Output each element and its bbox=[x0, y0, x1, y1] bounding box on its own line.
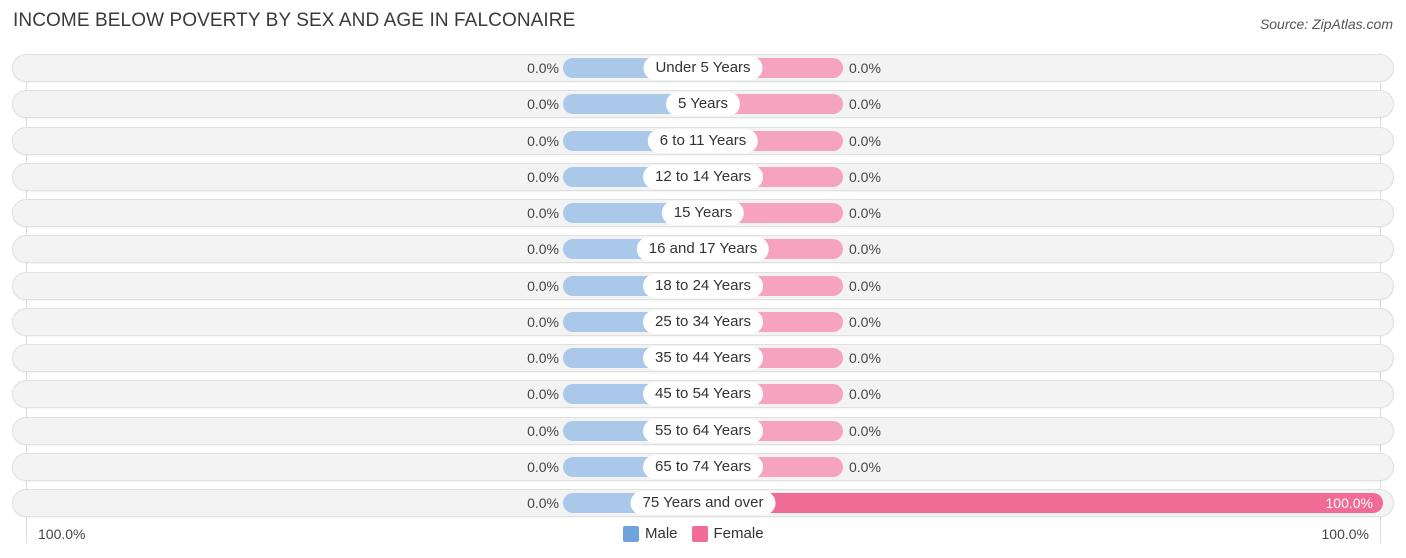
value-label-female: 0.0% bbox=[849, 96, 881, 113]
value-label-female: 0.0% bbox=[849, 132, 881, 149]
legend: Male Female bbox=[623, 525, 778, 542]
category-label: 18 to 24 Years bbox=[643, 273, 763, 298]
value-label-female: 0.0% bbox=[849, 386, 881, 403]
value-label-female: 100.0% bbox=[1325, 495, 1373, 511]
value-label-female: 0.0% bbox=[849, 241, 881, 258]
value-label-male: 0.0% bbox=[527, 168, 559, 185]
value-label-male: 0.0% bbox=[527, 313, 559, 330]
category-label: 16 and 17 Years bbox=[636, 237, 770, 262]
value-label-male: 0.0% bbox=[527, 205, 559, 221]
category-label: 55 to 64 Years bbox=[643, 418, 763, 443]
value-label-male: 0.0% bbox=[527, 132, 559, 149]
value-label-male: 0.0% bbox=[527, 241, 559, 258]
value-label-female: 0.0% bbox=[849, 422, 881, 439]
legend-swatch-female bbox=[691, 525, 708, 542]
value-label-male: 0.0% bbox=[527, 495, 559, 511]
value-label-female: 0.0% bbox=[849, 277, 881, 294]
legend-label-male: Male bbox=[645, 525, 678, 542]
axis-left-label: 100.0% bbox=[38, 526, 86, 542]
value-label-male: 0.0% bbox=[527, 96, 559, 113]
legend-label-female: Female bbox=[713, 525, 764, 542]
category-label: 75 Years and over bbox=[630, 491, 776, 515]
category-label: 5 Years bbox=[665, 92, 741, 117]
category-label: 45 to 54 Years bbox=[643, 382, 763, 407]
value-label-male: 0.0% bbox=[527, 277, 559, 294]
value-label-female: 0.0% bbox=[849, 205, 881, 221]
category-label: 35 to 44 Years bbox=[643, 346, 763, 370]
value-label-male: 0.0% bbox=[527, 422, 559, 439]
value-label-male: 0.0% bbox=[527, 350, 559, 366]
bar-female bbox=[703, 493, 1383, 513]
value-label-female: 0.0% bbox=[849, 458, 881, 475]
legend-swatch-male bbox=[623, 525, 639, 542]
category-label: 15 Years bbox=[661, 201, 745, 225]
legend-item-male: Male bbox=[623, 525, 678, 542]
value-label-female: 0.0% bbox=[849, 168, 881, 185]
value-label-male: 0.0% bbox=[527, 458, 559, 475]
category-label: Under 5 Years bbox=[643, 56, 763, 80]
category-label: 25 to 34 Years bbox=[643, 309, 763, 334]
value-label-female: 0.0% bbox=[849, 350, 881, 366]
category-label: 65 to 74 Years bbox=[643, 454, 763, 479]
legend-item-female: Female bbox=[691, 525, 764, 542]
value-label-female: 0.0% bbox=[849, 60, 881, 76]
value-label-male: 0.0% bbox=[527, 386, 559, 403]
value-label-female: 0.0% bbox=[849, 313, 881, 330]
category-label: 12 to 14 Years bbox=[643, 164, 763, 189]
chart-area: 0.0% 0.0% Under 5 Years 0.0% 0.0% 5 Years 0.0%… bbox=[0, 0, 1406, 558]
axis-right-label: 100.0% bbox=[1321, 526, 1369, 542]
category-label: 6 to 11 Years bbox=[647, 128, 759, 153]
value-label-male: 0.0% bbox=[527, 60, 559, 76]
